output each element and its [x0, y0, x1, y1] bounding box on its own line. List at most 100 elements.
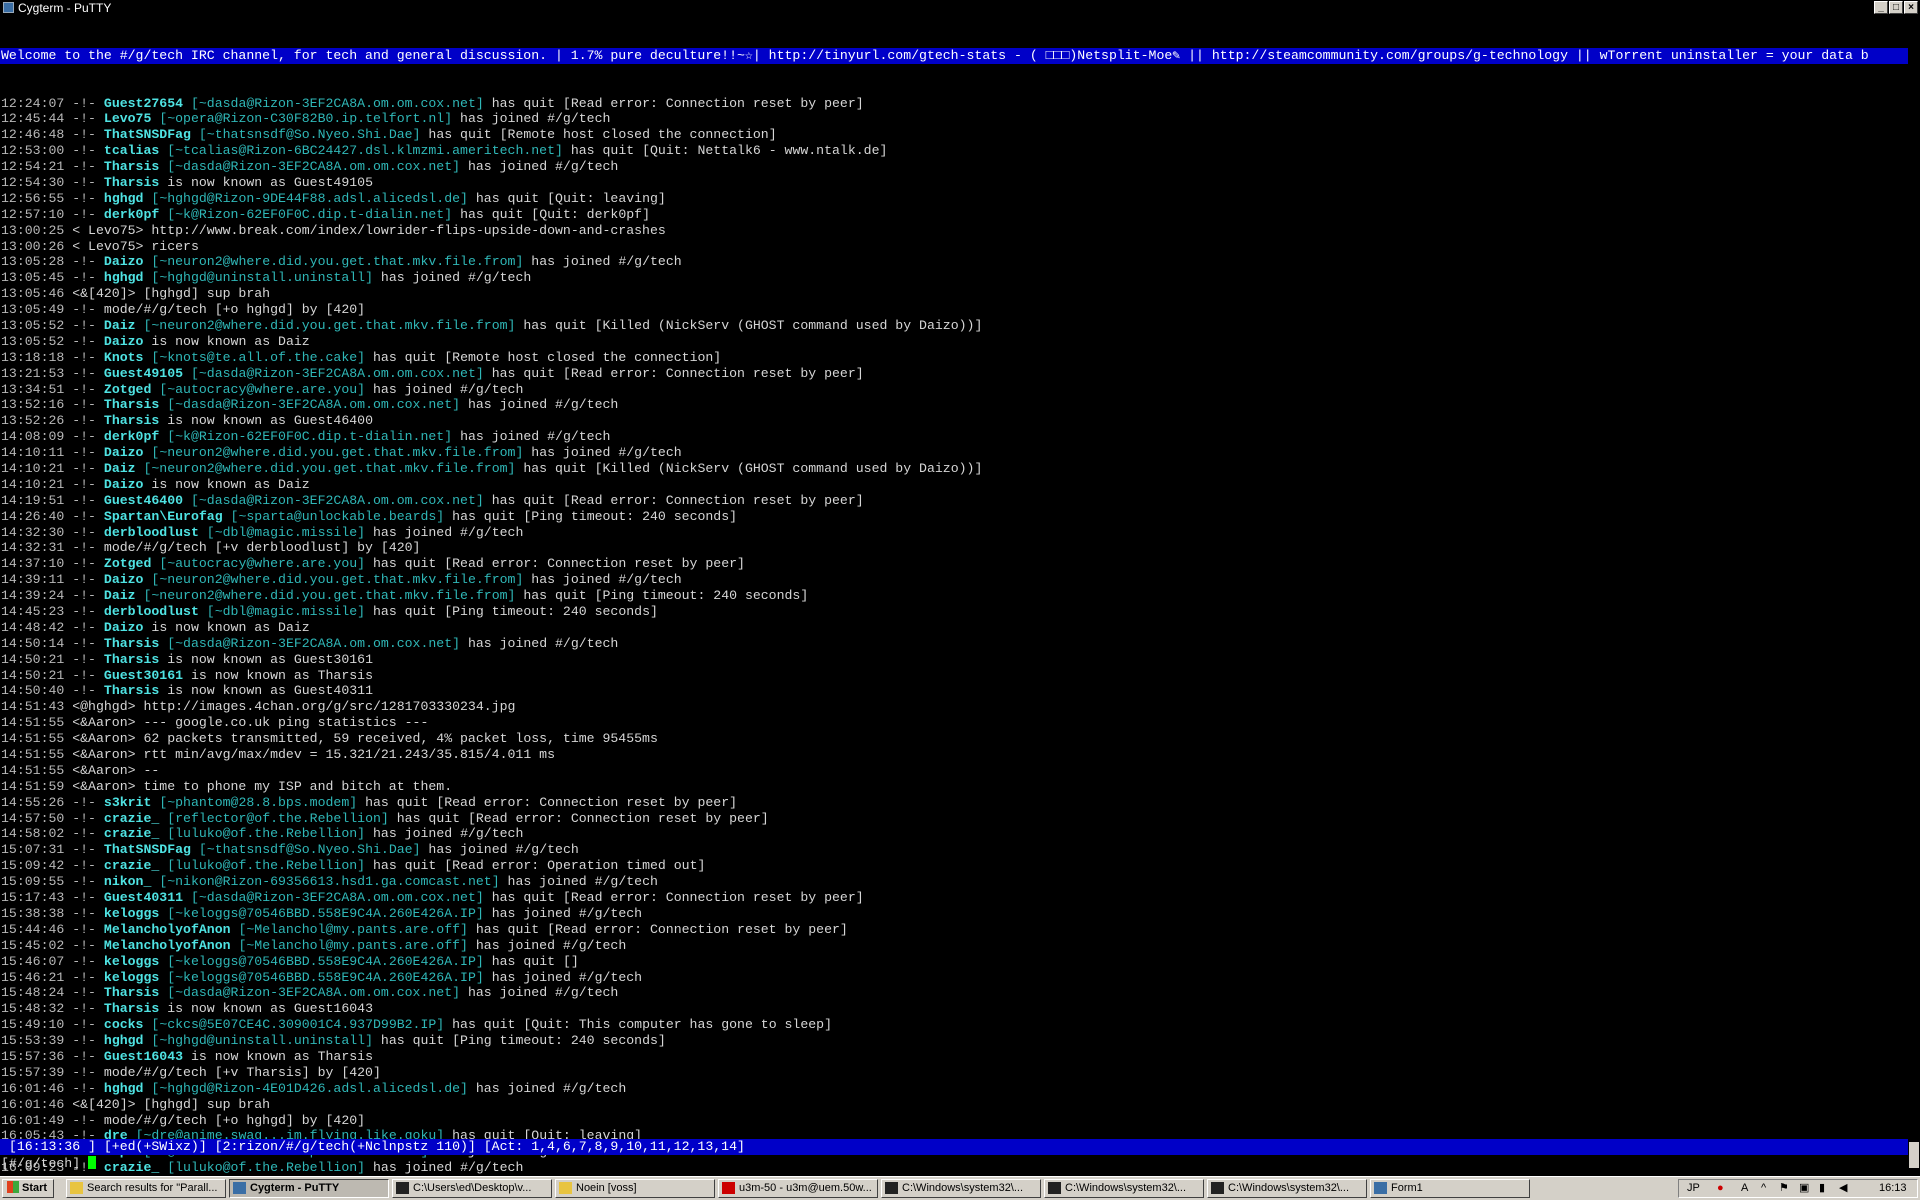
terminal-area[interactable]: Welcome to the #/g/tech IRC channel, for… [0, 16, 1920, 1189]
log-text: 62 packets transmitted, 59 received, 4% … [143, 731, 658, 747]
volume-icon[interactable]: ◀ [1839, 1181, 1847, 1196]
log-marker: -!- [72, 254, 96, 270]
log-timestamp: 14:51:55 [1, 731, 65, 747]
putty-app-icon[interactable] [3, 2, 14, 13]
log-text: is now known as Daiz [151, 333, 310, 349]
log-line: 13:05:45 -!- hghgd [~hghgd@uninstall.uni… [0, 270, 1920, 286]
log-speaker: <&Aaron> [72, 731, 136, 747]
log-marker: -!- [72, 969, 96, 985]
log-nick: keloggs [103, 953, 160, 969]
log-timestamp: 14:50:40 [1, 683, 65, 699]
log-timestamp: 12:57:10 [1, 206, 65, 222]
log-line: 13:18:18 -!- Knots [~knots@te.all.of.the… [0, 350, 1920, 366]
log-timestamp: 15:53:39 [1, 1033, 65, 1049]
log-host: [~keloggs@70546BBD.558E9C4A.260E426A.IP] [167, 953, 484, 969]
scrollbar-thumb[interactable] [1909, 1142, 1919, 1168]
log-line: 13:00:26 < Levo75> ricers [0, 239, 1920, 255]
log-text: has quit [Read error: Operation timed ou… [373, 858, 706, 874]
log-timestamp: 13:05:45 [1, 270, 65, 286]
window-titlebar[interactable]: Cygterm - PuTTY _ □ × [0, 0, 1920, 16]
log-marker: -!- [72, 270, 96, 286]
clock[interactable]: 16:13 [1879, 1181, 1907, 1196]
log-timestamp: 12:24:07 [1, 95, 65, 111]
log-marker: -!- [72, 508, 96, 524]
log-nick: ThatSNSDFag [103, 127, 191, 143]
log-timestamp: 14:10:21 [1, 461, 65, 476]
close-button[interactable]: × [1904, 1, 1918, 14]
log-marker: -!- [72, 667, 96, 683]
log-nick: Tharsis [103, 985, 160, 1001]
task-label: C:\Users\ed\Desktop\v... [413, 1182, 532, 1194]
log-line: 15:48:24 -!- Tharsis [~dasda@Rizon-3EF2C… [0, 985, 1920, 1001]
ime-icon[interactable]: A [1741, 1181, 1748, 1196]
log-text: has quit [Read error: Connection reset b… [475, 921, 848, 937]
taskbar-task[interactable]: C:\Windows\system32\... [881, 1179, 1041, 1198]
log-marker: -!- [72, 937, 96, 953]
taskbar-task[interactable]: C:\Windows\system32\... [1044, 1179, 1204, 1198]
log-marker: -!- [72, 174, 96, 190]
log-speaker: <@hghgd> [72, 699, 136, 715]
taskbar-task[interactable]: Cygterm - PuTTY [229, 1179, 389, 1198]
log-speaker: < Levo75> [72, 238, 144, 254]
log-timestamp: 15:38:38 [1, 905, 65, 921]
taskbar: Start Search results for "Parall... Cygte… [0, 1176, 1920, 1200]
input-line[interactable]: [#/g/tech] [0, 1156, 1920, 1172]
log-marker: -!- [72, 1112, 96, 1128]
log-marker: -!- [72, 381, 96, 397]
log-line: 12:54:21 -!- Tharsis [~dasda@Rizon-3EF2C… [0, 159, 1920, 175]
power-icon[interactable]: ▮ [1819, 1181, 1825, 1196]
log-host: [~k@Rizon-62EF0F0C.dip.t-dialin.net] [167, 429, 453, 445]
log-timestamp: 13:05:52 [1, 333, 65, 349]
log-text: is now known as Daiz [151, 619, 310, 635]
minimize-button[interactable]: _ [1874, 1, 1888, 14]
log-host: [~dbl@magic.missile] [206, 604, 366, 620]
log-text: is now known as Guest40311 [167, 683, 373, 699]
status-bar: [16:13:36 ] [+ed(+SWixz)] [2:rizon/#/g/t… [0, 1139, 1920, 1155]
log-timestamp: 16:01:46 [1, 1096, 65, 1112]
log-nick: cocks [103, 1017, 144, 1033]
log-timestamp: 13:05:46 [1, 286, 65, 302]
start-label: Start [22, 1182, 48, 1194]
log-text: is now known as Daiz [151, 476, 310, 492]
maximize-button[interactable]: □ [1889, 1, 1903, 14]
taskbar-task[interactable]: Noein [voss] [555, 1179, 715, 1198]
log-line: 16:01:49 -!- mode/#/g/tech [+o hghgd] by… [0, 1113, 1920, 1129]
start-button[interactable]: Start [2, 1179, 54, 1198]
log-text: has joined #/g/tech [460, 429, 611, 445]
log-nick: hghgd [103, 270, 144, 286]
log-timestamp: 14:32:30 [1, 524, 65, 540]
taskbar-task[interactable]: Search results for "Parall... [66, 1179, 226, 1198]
log-text: has quit [Read error: Connection reset b… [491, 365, 864, 381]
log-timestamp: 13:05:52 [1, 317, 65, 333]
taskbar-task[interactable]: C:\Windows\system32\... [1207, 1179, 1367, 1198]
log-timestamp: 14:51:59 [1, 778, 65, 794]
log-text: has quit [Quit: leaving] [475, 190, 666, 206]
log-text: ricers [151, 238, 199, 254]
task-label: Search results for "Parall... [87, 1182, 218, 1194]
log-timestamp: 14:51:55 [1, 747, 65, 763]
alert-icon[interactable]: ● [1717, 1181, 1724, 1196]
log-line: 15:07:31 -!- ThatSNSDFag [~thatsnsdf@So.… [0, 842, 1920, 858]
log-text: has joined #/g/tech [491, 969, 643, 985]
console-icon [396, 1182, 409, 1194]
log-marker: -!- [72, 333, 96, 349]
log-host: [~dasda@Rizon-3EF2CA8A.om.om.cox.net] [167, 635, 461, 651]
log-text: has quit [Remote host closed the connect… [373, 349, 722, 365]
flag-icon[interactable]: ⚑ [1779, 1181, 1789, 1196]
log-marker: -!- [72, 810, 96, 826]
log-line: 16:01:46 <&[420]> [hghgd] sup brah [0, 1097, 1920, 1113]
log-text: is now known as Guest49105 [167, 174, 373, 190]
terminal-scrollbar[interactable] [1908, 32, 1920, 1168]
network-icon[interactable]: ▣ [1799, 1181, 1809, 1196]
language-indicator[interactable]: JP [1687, 1181, 1700, 1196]
taskbar-task[interactable]: C:\Users\ed\Desktop\v... [392, 1179, 552, 1198]
log-marker: -!- [72, 95, 96, 111]
log-nick: Tharsis [103, 635, 160, 651]
log-line: 14:32:30 -!- derbloodlust [~dbl@magic.mi… [0, 525, 1920, 541]
log-host: [~thatsnsdf@So.Nyeo.Shi.Dae] [198, 127, 421, 143]
log-nick: Daizo [103, 254, 144, 270]
tray-expand-icon[interactable]: ^ [1761, 1181, 1766, 1196]
log-line: 12:57:10 -!- derk0pf [~k@Rizon-62EF0F0C.… [0, 207, 1920, 223]
taskbar-task[interactable]: Form1 [1370, 1179, 1530, 1198]
taskbar-task[interactable]: u3m-50 - u3m@uem.50w... [718, 1179, 878, 1198]
